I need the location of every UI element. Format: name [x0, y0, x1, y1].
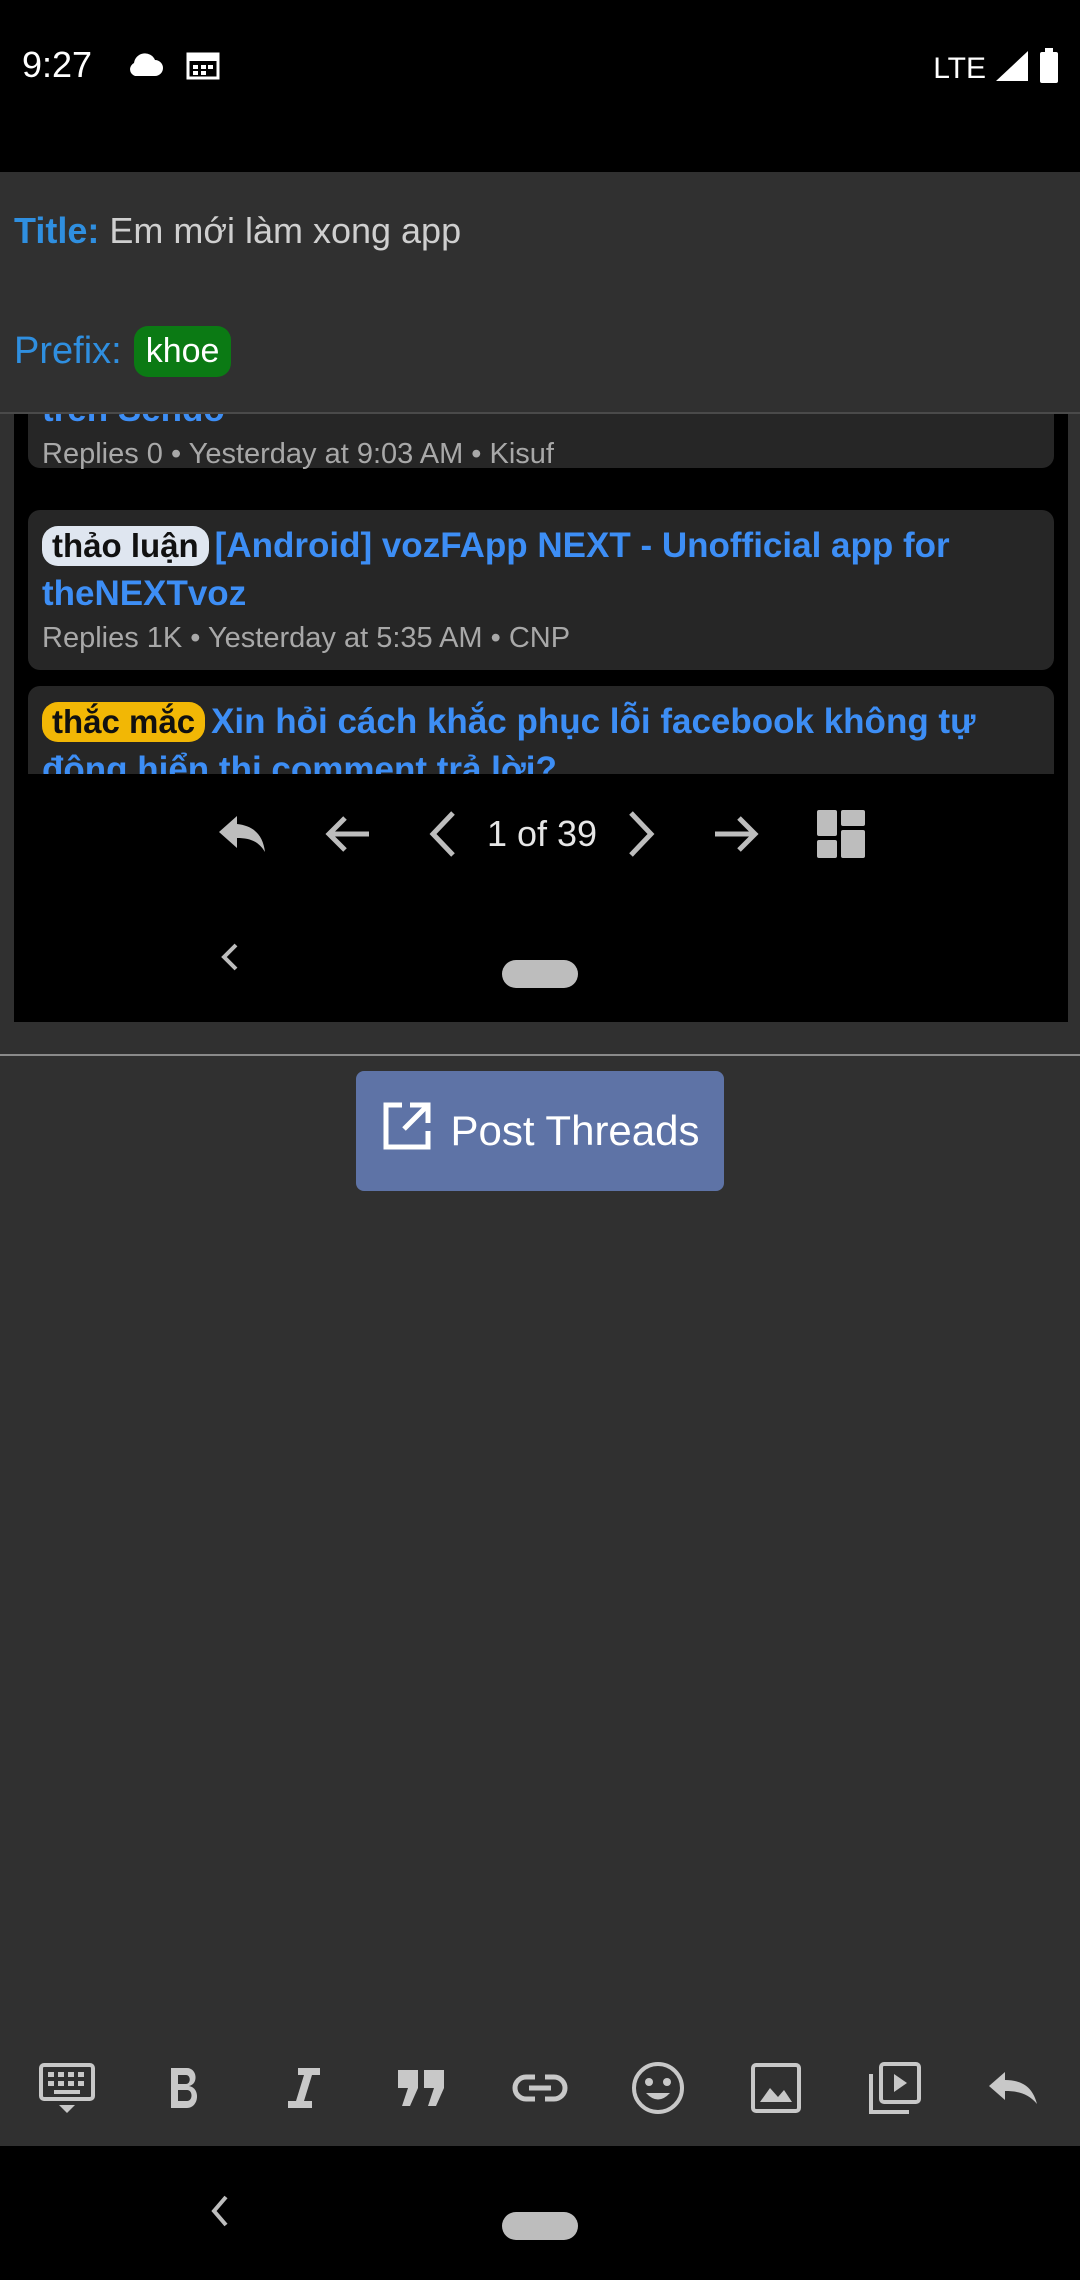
preview-system-nav — [14, 914, 1068, 1014]
preview-pager-toolbar: 1 of 39 — [14, 774, 1068, 894]
back-chevron-icon — [220, 942, 240, 977]
grid-view-icon[interactable] — [815, 808, 867, 860]
cloud-icon — [126, 50, 164, 85]
prefix-badge[interactable]: khoe — [133, 326, 232, 377]
title-label: Title: — [14, 210, 100, 251]
next-page-chevron-icon[interactable] — [625, 809, 657, 859]
calendar-icon — [186, 50, 220, 85]
back-chevron-icon[interactable] — [210, 2194, 230, 2233]
status-left-icons — [126, 50, 220, 85]
video-icon[interactable] — [855, 2048, 935, 2128]
open-external-icon — [380, 1099, 434, 1163]
undo-icon[interactable] — [973, 2048, 1053, 2128]
section-divider — [0, 1054, 1080, 1056]
status-time: 9:27 — [22, 44, 93, 85]
thread-tag: thảo luận — [42, 526, 209, 566]
image-icon[interactable] — [736, 2048, 816, 2128]
thread-title: trên Sendo — [42, 414, 1040, 434]
reply-icon[interactable] — [215, 812, 269, 856]
title-value[interactable]: Em mới làm xong app — [109, 210, 461, 251]
bold-icon[interactable] — [145, 2048, 225, 2128]
status-bar: 9:27 LTE — [0, 0, 1080, 172]
thread-meta: Replies 1K • Yesterday at 5:35 AM • CNP — [42, 622, 571, 654]
format-toolbar — [0, 2030, 1080, 2146]
thread-meta: Replies 0 • Yesterday at 9:03 AM • Kisuf — [42, 438, 554, 470]
last-page-arrow-icon[interactable] — [713, 814, 759, 854]
italic-icon[interactable] — [264, 2048, 344, 2128]
first-page-arrow-icon[interactable] — [325, 814, 371, 854]
thread-header: Title: Em mới làm xong app Prefix: khoe — [0, 172, 1080, 412]
emoji-icon[interactable] — [618, 2048, 698, 2128]
prefix-row: Prefix: khoe — [14, 326, 232, 377]
quote-icon[interactable] — [382, 2048, 462, 2128]
prev-page-chevron-icon[interactable] — [427, 809, 459, 859]
title-row: Title: Em mới làm xong app — [14, 210, 461, 252]
post-threads-button[interactable]: Post Threads — [356, 1071, 724, 1191]
keyboard-icon[interactable] — [27, 2048, 107, 2128]
thread-card[interactable]: trên Sendo Replies 0 • Yesterday at 9:03… — [28, 414, 1054, 470]
status-right: LTE — [933, 48, 1060, 89]
system-nav-bar — [0, 2146, 1080, 2280]
page-indicator: 1 of 39 — [486, 813, 598, 854]
post-threads-label: Post Threads — [450, 1107, 700, 1154]
screenshot-preview: trên Sendo Replies 0 • Yesterday at 9:03… — [14, 414, 1068, 1022]
link-icon[interactable] — [500, 2048, 580, 2128]
signal-icon — [994, 49, 1030, 88]
battery-icon — [1038, 48, 1060, 89]
home-pill[interactable] — [502, 2212, 578, 2240]
home-pill — [502, 960, 578, 988]
thread-tag: thắc mắc — [42, 702, 206, 742]
network-type: LTE — [933, 51, 986, 85]
thread-card[interactable]: thảo luận [Android] vozFApp NEXT - Unoffi… — [28, 510, 1054, 670]
thread-title-row: thảo luận [Android] vozFApp NEXT - Unoffi… — [42, 522, 1040, 618]
prefix-label: Prefix: — [14, 330, 122, 372]
